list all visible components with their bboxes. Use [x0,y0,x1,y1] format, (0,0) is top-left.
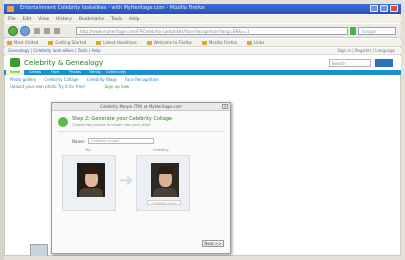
tab-face[interactable]: Face [46,70,64,75]
firefox-icon [7,6,14,12]
site-top-nav[interactable]: Genealogy | Celebrity look-alikes | Tool… [8,48,101,53]
folder-icon [48,41,54,45]
browser-window: Entertainment Celebrity lookalikes - wit… [4,4,401,256]
back-arrow-icon[interactable] [8,26,18,36]
bookmark-item[interactable]: Getting Started [48,40,86,45]
source-label: You [85,148,92,152]
site-header: Celebrity & Genealogy Search [4,56,401,70]
sub-navigation: Photo gallery Celebrity Collage Celebrit… [10,77,159,82]
subnav-item[interactable]: Photo gallery [10,77,36,82]
promo-text: Upload your own photo [10,84,57,89]
menu-view[interactable]: View [38,17,49,22]
celebrity-photo-panel[interactable]: Celebrity Celebrity name [136,148,190,211]
navigation-toolbar: http://www.myheritage.com/FP/Celebrity-L… [4,24,401,38]
site-brand-name: Celebrity & Genealogy [24,59,104,67]
dialog-description: Choose two photos to morph into each oth… [72,123,151,127]
dialog-heading: Step 2: Generate your Celebrity Collage [72,116,173,122]
folder-icon [96,41,102,45]
bookmarks-toolbar: Most Visited Getting Started Latest Head… [4,39,401,47]
menu-file[interactable]: File [8,17,16,22]
menu-help[interactable]: Help [129,17,139,22]
tab-family[interactable]: Family [86,70,104,75]
reload-icon[interactable] [34,28,40,34]
name-field[interactable]: Celebrity morph [88,138,155,144]
site-top-links: Genealogy | Celebrity look-alikes | Tool… [4,48,401,55]
menu-history[interactable]: History [56,17,72,22]
tab-community[interactable]: Community [106,70,126,75]
account-links[interactable]: Sign in | Register | Language [337,48,395,54]
tab-celebs[interactable]: Celebs [26,70,44,75]
celebrity-label: Celebrity [153,148,169,152]
dialog-title: Celebrity Morph (TM) at MyHeritage.com [52,103,230,111]
window-title: Entertainment Celebrity lookalikes - wit… [20,5,206,11]
site-search-button[interactable] [375,59,393,67]
celebrity-morph-dialog: Celebrity Morph (TM) at MyHeritage.com ×… [51,102,231,254]
source-photo [77,163,105,197]
menu-tools[interactable]: Tools [111,17,122,22]
promo-link[interactable]: Try it for free! [58,84,85,89]
subnav-item[interactable]: Celebrity Blogs [87,77,117,82]
bookmark-item[interactable]: Mozilla Firefox [201,40,237,45]
folder-icon [146,41,152,45]
signup-link[interactable]: Sign up now [105,84,130,89]
celebrity-photo [151,163,179,197]
menu-edit[interactable]: Edit [23,17,32,22]
shirt-image [153,188,177,197]
hair-image [84,166,99,174]
bookmark-item[interactable]: Welcome to Firefox [146,40,192,45]
next-button[interactable]: Next >> [202,240,224,247]
browser-search-input[interactable]: Google [358,27,396,35]
subnav-item[interactable]: Celebrity Collage [44,77,78,82]
promo-line: Upload your own photo Try it for free! S… [10,84,129,89]
close-button[interactable] [390,5,398,12]
maximize-button[interactable] [380,5,388,12]
folder-icon [201,41,207,45]
window-titlebar: Entertainment Celebrity lookalikes - wit… [4,4,401,14]
hair-image [158,166,173,174]
bookmark-item[interactable]: Most Visited [7,40,38,45]
bookmark-item[interactable]: Links [247,40,264,45]
menu-bar: File Edit View History Bookmarks Tools H… [4,15,401,23]
bookmark-item[interactable]: Latest Headlines [96,40,137,45]
step-icon [58,117,68,127]
address-bar[interactable]: http://www.myheritage.com/FP/Celebrity-L… [76,27,348,35]
stop-icon[interactable] [44,28,50,34]
site-search-input[interactable]: Search [329,59,371,67]
tab-photos[interactable]: Photos [66,70,84,75]
celebrity-name-field[interactable]: Celebrity name [147,200,181,205]
menu-bookmarks[interactable]: Bookmarks [79,17,104,22]
site-tabs: Home Celebs Face Photos Family Community [4,70,401,75]
divider [58,131,224,132]
morph-arrow-icon: ➜ [118,170,134,191]
subnav-item[interactable]: Face Recognition [125,77,159,82]
folder-icon [247,41,253,45]
thumbnail-image [30,244,48,256]
folder-icon [7,41,12,45]
dialog-close-icon[interactable]: × [222,104,228,109]
source-photo-panel[interactable]: You [62,148,116,211]
site-logo-icon[interactable] [10,58,20,67]
forward-arrow-icon[interactable] [20,26,30,36]
go-arrow-icon[interactable] [350,27,356,35]
tab-home[interactable]: Home [6,70,24,75]
minimize-button[interactable] [370,5,378,12]
shirt-image [79,188,103,197]
home-icon[interactable] [54,28,60,34]
name-label: Name: [72,138,86,144]
name-row: Name: Celebrity morph [72,138,155,144]
